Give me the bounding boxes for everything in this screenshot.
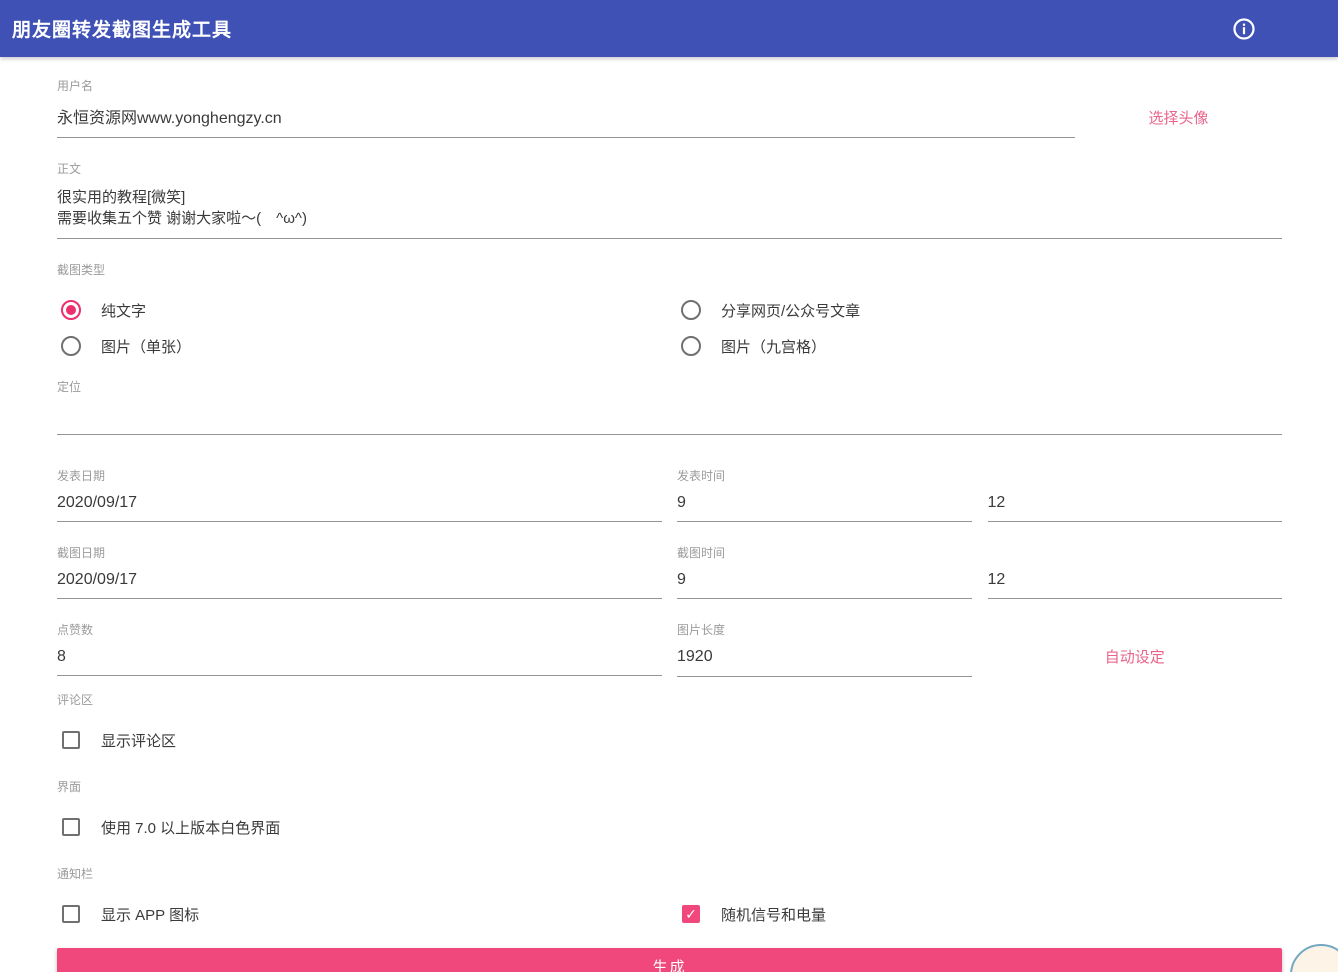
capture-row: 截图日期 2020/09/17 截图时间 9 12: [57, 544, 1282, 599]
body-text-field-group: 正文 很实用的教程[微笑] 需要收集五个赞 谢谢大家啦～( ^ω^): [57, 160, 1282, 239]
comments-label: 评论区: [57, 691, 1282, 708]
body-text-input[interactable]: 很实用的教程[微笑] 需要收集五个赞 谢谢大家啦～( ^ω^): [57, 185, 1282, 239]
publish-time-inputs: 9 12: [677, 492, 1282, 522]
screenshot-type-label: 截图类型: [57, 261, 1282, 278]
publish-row: 发表日期 2020/09/17 发表时间 9 12: [57, 467, 1282, 522]
info-icon[interactable]: [1232, 17, 1256, 41]
location-input[interactable]: [57, 403, 1282, 435]
screenshot-type-options: 纯文字 分享网页/公众号文章 图片（单张） 图片（九宫格）: [57, 292, 1282, 364]
publish-date-field-group: 发表日期 2020/09/17: [57, 467, 662, 522]
image-length-inputs: 1920 自动设定: [677, 646, 1282, 677]
interface-label: 界面: [57, 778, 1282, 795]
username-field-group: 用户名 永恒资源网www.yonghengzy.cn: [57, 77, 1075, 138]
radio-button-icon: [61, 336, 81, 356]
location-field-group: 定位: [57, 378, 1282, 435]
capture-time-label: 截图时间: [677, 544, 1282, 561]
capture-minute-input[interactable]: 12: [988, 569, 1283, 599]
publish-minute-input[interactable]: 12: [988, 492, 1283, 522]
publish-date-label: 发表日期: [57, 467, 662, 484]
generate-button[interactable]: 生成: [57, 948, 1282, 972]
likes-input[interactable]: 8: [57, 646, 662, 676]
publish-time-field-group: 发表时间 9 12: [677, 467, 1282, 522]
auto-set-link[interactable]: 自动设定: [1105, 646, 1165, 667]
radio-label: 图片（单张）: [101, 336, 191, 357]
capture-date-field-group: 截图日期 2020/09/17: [57, 544, 662, 599]
white-ui-checkbox[interactable]: ✓ 使用 7.0 以上版本白色界面: [57, 809, 1282, 845]
show-comments-checkbox[interactable]: ✓ 显示评论区: [57, 722, 1282, 758]
check-mark-icon: ✓: [685, 907, 697, 921]
screenshot-type-section: 截图类型 纯文字 分享网页/公众号文章 图片（单张） 图片（九宫格）: [57, 261, 1282, 364]
show-app-icon-checkbox[interactable]: ✓ 显示 APP 图标: [57, 896, 662, 932]
likes-field-group: 点赞数 8: [57, 621, 662, 677]
likes-label: 点赞数: [57, 621, 662, 638]
notification-label: 通知栏: [57, 865, 1282, 882]
publish-date-input[interactable]: 2020/09/17: [57, 492, 662, 522]
radio-single-image[interactable]: 图片（单张）: [57, 328, 662, 364]
checkbox-label: 随机信号和电量: [721, 904, 826, 925]
radio-button-icon: [681, 336, 701, 356]
checkbox-icon: ✓: [62, 731, 80, 749]
capture-time-field-group: 截图时间 9 12: [677, 544, 1282, 599]
choose-avatar-link[interactable]: 选择头像: [1148, 107, 1208, 128]
notification-section: 通知栏 ✓ 显示 APP 图标 ✓ 随机信号和电量: [57, 865, 1282, 932]
radio-label: 分享网页/公众号文章: [721, 300, 860, 321]
body-text-label: 正文: [57, 160, 1282, 177]
username-input[interactable]: 永恒资源网www.yonghengzy.cn: [57, 102, 1075, 138]
checkbox-icon: ✓: [682, 905, 700, 923]
radio-plain-text[interactable]: 纯文字: [57, 292, 662, 328]
capture-hour-input[interactable]: 9: [677, 569, 972, 599]
radio-button-icon: [681, 300, 701, 320]
radio-nine-grid[interactable]: 图片（九宫格）: [677, 328, 1282, 364]
page-title: 朋友圈转发截图生成工具: [12, 15, 232, 42]
checkbox-label: 显示评论区: [101, 730, 176, 751]
username-row: 用户名 永恒资源网www.yonghengzy.cn 选择头像: [57, 77, 1282, 138]
auto-set-cell: 自动设定: [988, 646, 1283, 677]
publish-time-label: 发表时间: [677, 467, 1282, 484]
interface-section: 界面 ✓ 使用 7.0 以上版本白色界面: [57, 778, 1282, 845]
username-label: 用户名: [57, 77, 1075, 94]
avatar-link-cell: 选择头像: [1075, 77, 1282, 138]
image-length-label: 图片长度: [677, 621, 1282, 638]
checkbox-label: 使用 7.0 以上版本白色界面: [101, 817, 280, 838]
capture-date-input[interactable]: 2020/09/17: [57, 569, 662, 599]
likes-row: 点赞数 8 图片长度 1920 自动设定: [57, 621, 1282, 677]
checkbox-icon: ✓: [62, 818, 80, 836]
radio-label: 图片（九宫格）: [721, 336, 826, 357]
radio-label: 纯文字: [101, 300, 146, 321]
capture-time-inputs: 9 12: [677, 569, 1282, 599]
comments-section: 评论区 ✓ 显示评论区: [57, 691, 1282, 758]
checkbox-icon: ✓: [62, 905, 80, 923]
radio-share-webpage[interactable]: 分享网页/公众号文章: [677, 292, 1282, 328]
radio-button-icon: [61, 300, 81, 320]
capture-date-label: 截图日期: [57, 544, 662, 561]
notification-checkbox-row: ✓ 显示 APP 图标 ✓ 随机信号和电量: [57, 896, 1282, 932]
image-length-input[interactable]: 1920: [677, 646, 972, 677]
form-container: 用户名 永恒资源网www.yonghengzy.cn 选择头像 正文 很实用的教…: [0, 57, 1338, 972]
image-length-field-group: 图片长度 1920 自动设定: [677, 621, 1282, 677]
location-label: 定位: [57, 378, 1282, 395]
app-header: 朋友圈转发截图生成工具: [0, 0, 1338, 57]
checkbox-label: 显示 APP 图标: [101, 904, 199, 925]
random-signal-checkbox[interactable]: ✓ 随机信号和电量: [677, 896, 1282, 932]
publish-hour-input[interactable]: 9: [677, 492, 972, 522]
